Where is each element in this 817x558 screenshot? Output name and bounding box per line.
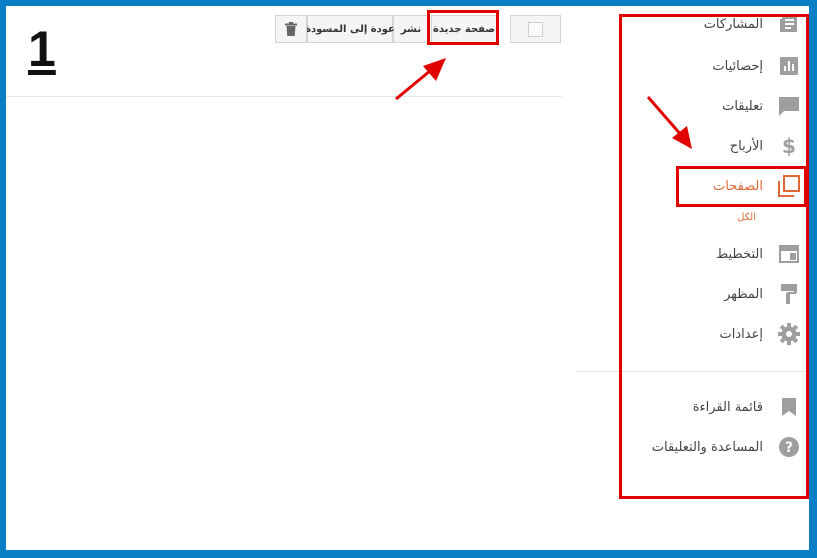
highlight-new-page-button	[427, 10, 499, 45]
highlight-sidebar	[619, 14, 809, 499]
publish-button[interactable]: نشر	[393, 15, 429, 43]
arrow-to-new-page-icon	[395, 58, 446, 101]
delete-button[interactable]	[275, 15, 307, 43]
revert-to-draft-button[interactable]: عودة إلى المسودة	[305, 15, 395, 43]
trash-icon	[285, 22, 297, 36]
arrow-to-pages-icon	[646, 96, 692, 149]
select-all-checkbox-button[interactable]	[510, 15, 561, 43]
highlight-pages-item	[676, 166, 807, 207]
toolbar-divider	[6, 96, 562, 97]
editor-canvas: 1 صفحة جديدة نشر عودة إلى المسودة المشار…	[6, 6, 809, 550]
step-number: 1	[28, 21, 56, 77]
checkbox-icon	[528, 21, 543, 37]
